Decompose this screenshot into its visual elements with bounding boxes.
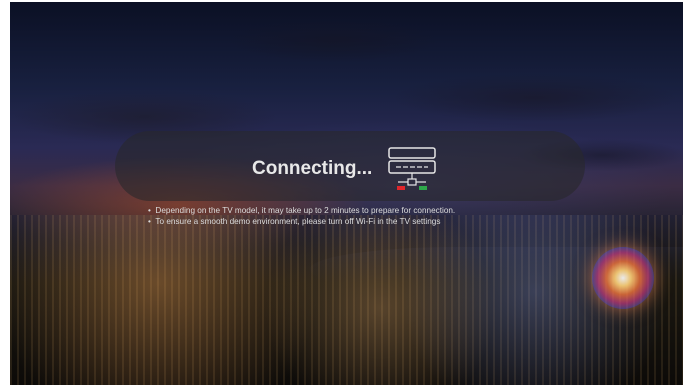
city-skyline (10, 215, 683, 385)
glowing-orb (592, 247, 654, 309)
note-item: To ensure a smooth demo environment, ple… (148, 216, 455, 227)
green-indicator-icon (419, 186, 427, 190)
connecting-title: Connecting... (252, 158, 373, 179)
red-indicator-icon (397, 186, 405, 190)
note-item: Depending on the TV model, it may take u… (148, 205, 455, 216)
connection-notes: Depending on the TV model, it may take u… (148, 205, 455, 227)
tv-connection-icon (388, 147, 436, 190)
